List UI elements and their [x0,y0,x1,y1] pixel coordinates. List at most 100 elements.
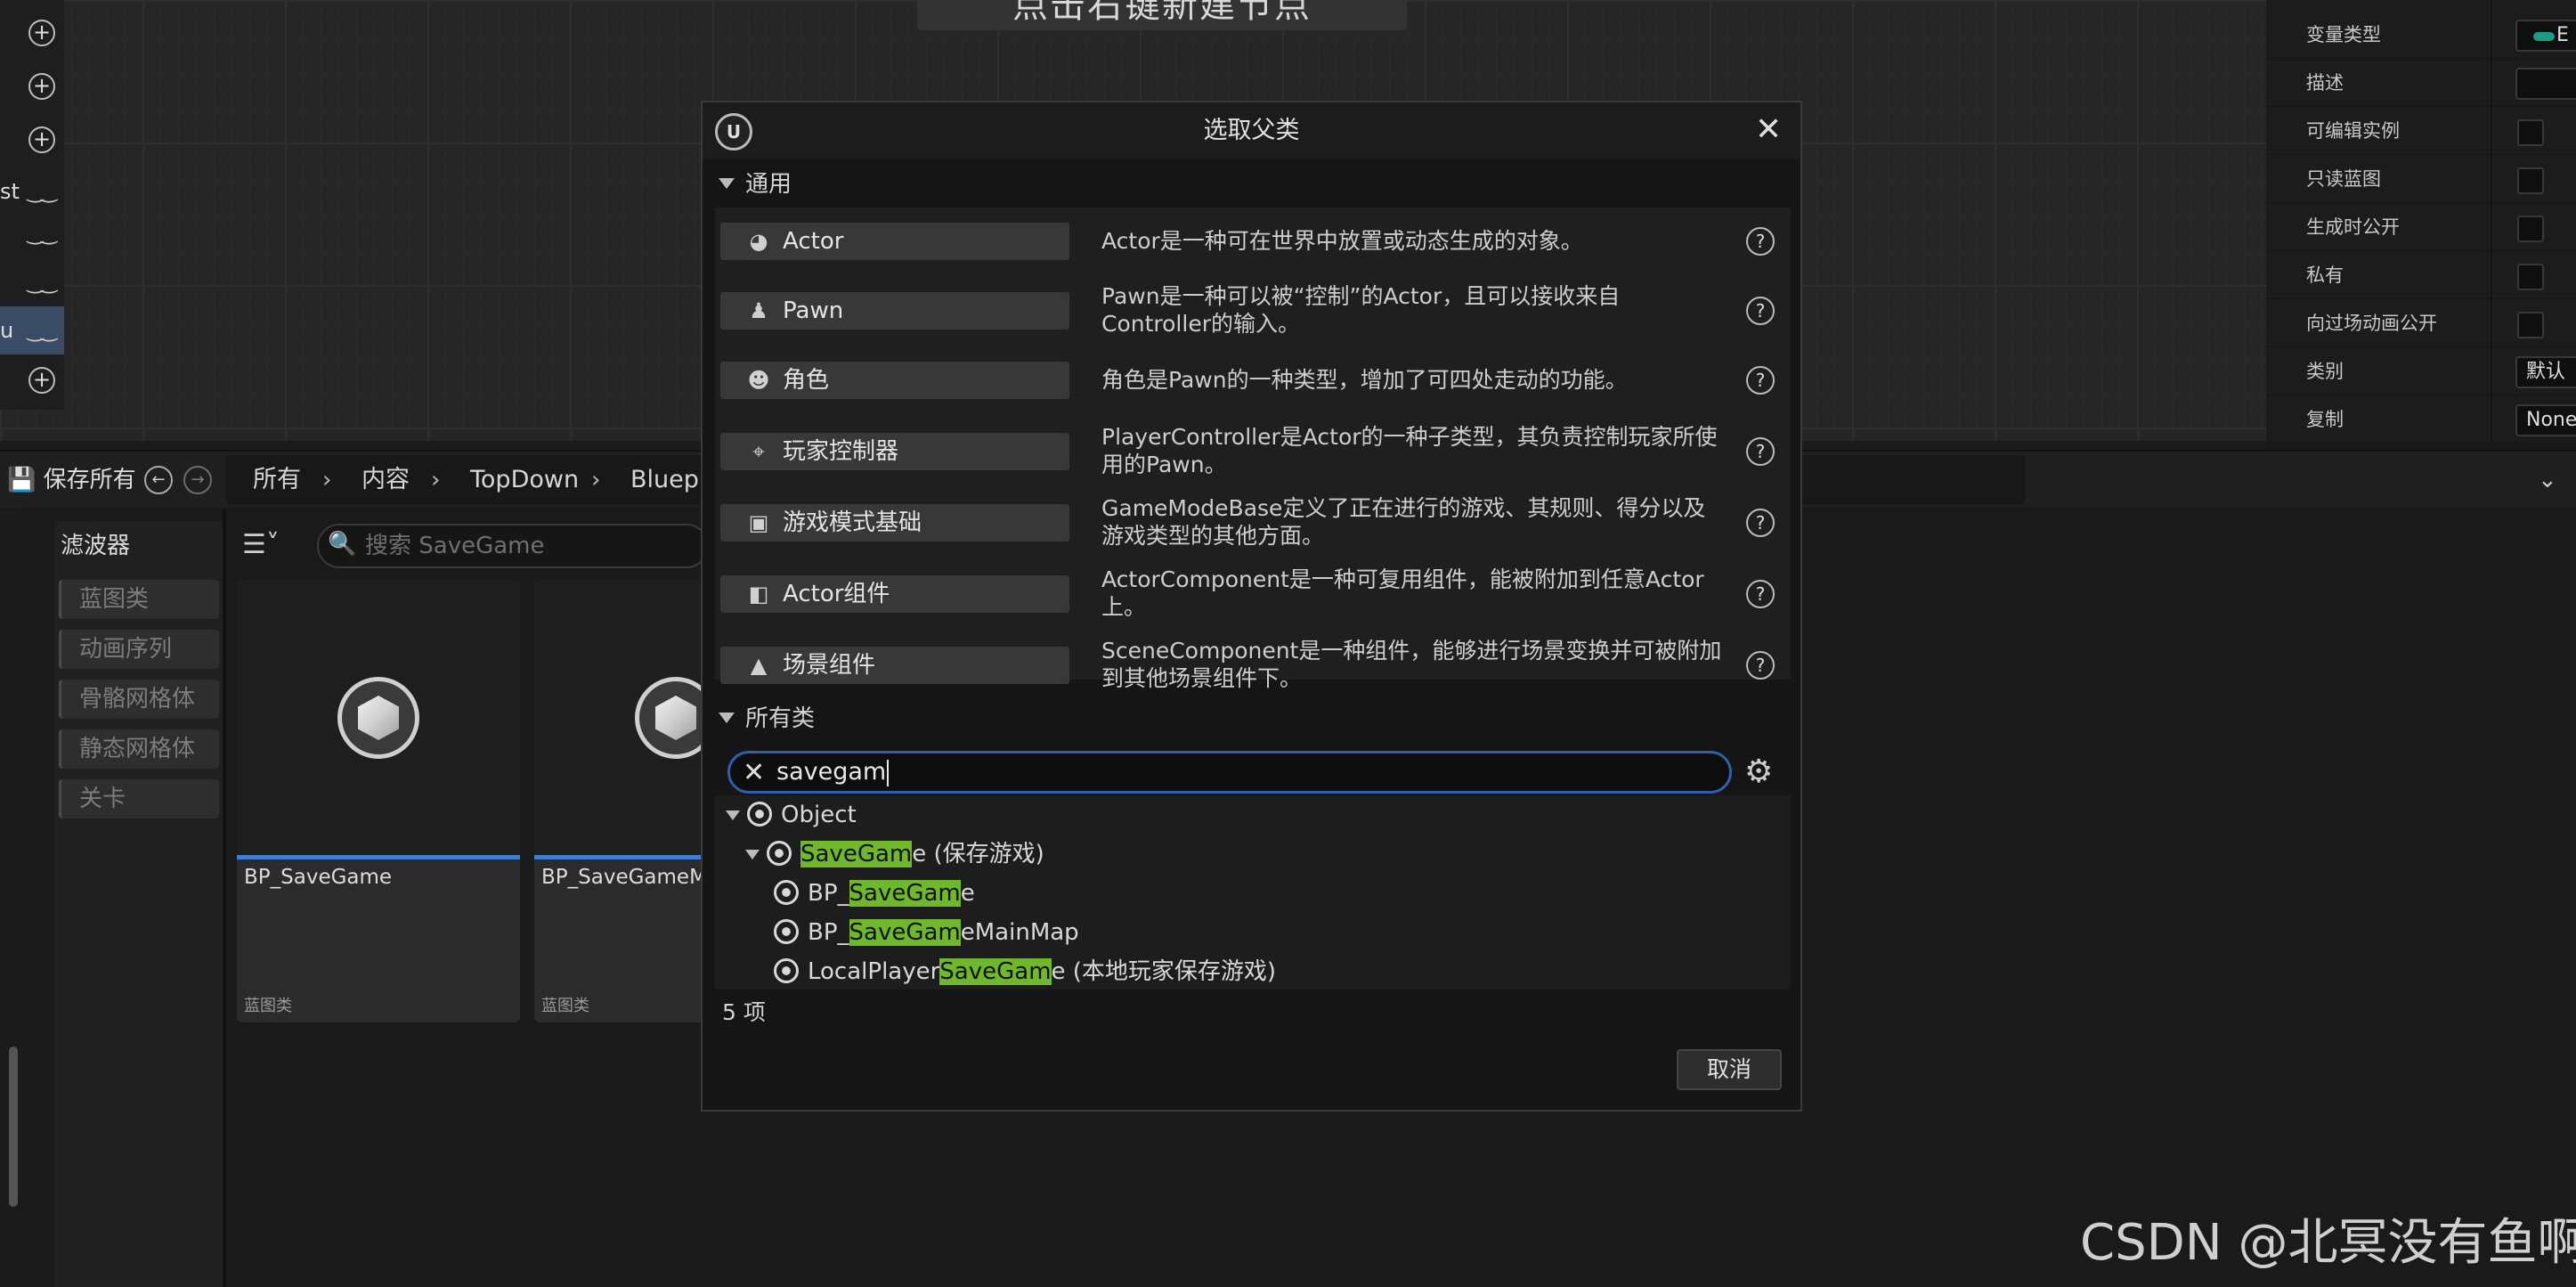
details-checkbox[interactable] [2517,216,2544,242]
help-icon[interactable]: ? [1746,437,1775,466]
class-name-suffix: eMainMap [960,919,1079,946]
class-name-suffix: e (保存游戏) [912,841,1044,868]
variables-panel: + + + st ‿‿ ‿‿ ‿‿ u ‿‿ + [0,0,64,410]
eye-closed-icon[interactable]: ‿‿ [28,181,57,203]
gear-icon[interactable]: ⚙ [1744,753,1773,792]
variable-row[interactable]: st ‿‿ [0,167,64,216]
add-icon[interactable]: + [28,20,55,46]
eye-closed-icon[interactable]: ‿‿ [28,320,57,342]
help-icon[interactable]: ? [1746,227,1775,256]
character-icon: ☻ [747,368,770,393]
close-icon[interactable]: ✕ [1755,108,1782,152]
watermark: CSDN @北冥没有鱼啊 [2080,1214,2576,1272]
search-icon: 🔍 [328,531,357,558]
help-icon[interactable]: ? [1746,366,1775,395]
class-button-Actor[interactable]: ◕ Actor [720,223,1069,260]
class-button-游戏模式基础[interactable]: ▣ 游戏模式基础 [720,504,1069,542]
graph-hint: 点击右键新建节点 [917,0,1407,30]
help-icon[interactable]: ? [1746,509,1775,537]
variable-row[interactable]: + [0,356,64,404]
clear-search-icon[interactable]: ✕ [743,755,765,791]
dialog-header: U 选取父类 ✕ [703,102,1800,159]
common-section-label: 通用 [745,171,792,198]
asset-type: 蓝图类 [541,997,589,1015]
variable-row[interactable]: + [0,62,64,110]
class-description: SceneComponent是一种组件，能够进行场景变换并可被附加到其他场景组件… [1101,638,1722,691]
class-name-prefix: Object [781,802,857,828]
pawn-icon: ♟ [749,298,768,323]
filter-chip[interactable]: 静态网格体 [59,729,219,769]
details-label: 可编辑实例 [2306,120,2400,142]
expand-arrow-icon[interactable] [745,850,760,859]
add-icon[interactable]: + [28,126,55,153]
add-icon[interactable]: + [28,73,55,100]
variable-row[interactable]: + [0,9,64,57]
filter-divider [223,509,226,1287]
breadcrumb-item[interactable]: 内容 [362,455,410,505]
class-button-场景组件[interactable]: ▲ 场景组件 [720,647,1069,684]
filter-chip[interactable]: 蓝图类 [59,580,219,619]
details-checkbox[interactable] [2517,119,2544,146]
variable-row[interactable]: ‿‿ [0,209,64,257]
all-classes-section-header[interactable]: 所有类 [719,699,815,738]
blueprint-class-icon [635,677,703,759]
asset-tile[interactable]: BP_SaveGame 蓝图类 [237,579,520,1022]
filter-chip[interactable]: 关卡 [59,779,219,819]
back-icon[interactable]: ← [144,466,173,494]
save-all-button[interactable]: 💾 保存所有 [0,452,136,509]
eye-closed-icon[interactable]: ‿‿ [28,223,57,245]
details-checkbox[interactable] [2517,167,2544,194]
breadcrumb-item[interactable]: 所有 [253,455,301,505]
asset-type-bar [534,855,703,859]
filter-chip[interactable]: 动画序列 [59,630,219,669]
type-color-pill [2533,32,2555,41]
chevron-right-icon[interactable]: › [322,455,331,505]
variable-row[interactable]: u ‿‿ [0,306,64,354]
class-button-角色[interactable]: ☻ 角色 [720,362,1069,399]
component-icon: ◧ [748,582,769,607]
cancel-button[interactable]: 取消 [1677,1049,1782,1090]
variable-row[interactable]: + [0,116,64,164]
scrollbar-thumb[interactable] [9,1047,18,1207]
class-name-prefix: BP_ [808,880,849,907]
breadcrumb-item[interactable]: TopDown [470,455,579,505]
help-icon[interactable]: ? [1746,651,1775,680]
class-tree-item[interactable]: SaveGame (保存游戏) [745,835,1044,874]
class-search-input[interactable]: ✕ savegam [727,751,1732,794]
search-match-highlight: SaveGam [849,919,961,946]
details-field[interactable] [2515,68,2576,100]
class-tree-item[interactable]: LocalPlayerSaveGame (本地玩家保存游戏) [774,952,1276,991]
eye-closed-icon[interactable]: ‿‿ [28,272,57,294]
class-tree-item[interactable]: BP_SaveGameMainMap [774,913,1079,952]
class-description: GameModeBase定义了正在进行的游戏、其规则、得分以及游戏类型的其他方面… [1101,495,1706,549]
asset-tile[interactable]: BP_SaveGameM 蓝图类 [534,579,703,1022]
details-field[interactable]: 默认 [2515,356,2576,388]
expand-arrow-icon[interactable] [726,810,740,820]
class-description: Pawn是一种可以被“控制”的Actor，且可以接收来自Controller的输… [1101,283,1621,337]
class-tree-item[interactable]: Object [726,795,857,835]
details-label: 类别 [2306,361,2344,382]
filter-icon[interactable]: ☰˅ [242,529,280,560]
class-button-玩家控制器[interactable]: ⌖ 玩家控制器 [720,433,1069,470]
asset-search-input[interactable]: 🔍 搜索 SaveGame [317,524,709,568]
class-button-Actor组件[interactable]: ◧ Actor组件 [720,575,1069,613]
details-field[interactable]: None [2515,404,2576,436]
filter-chip[interactable]: 骨骼网格体 [59,680,219,719]
filter-title: 滤波器 [61,533,131,559]
common-section-header[interactable]: 通用 [719,165,792,204]
common-class-list: ◕ Actor Actor是一种可在世界中放置或动态生成的对象。? ♟ Pawn Pawn… [715,208,1791,691]
chevron-right-icon[interactable]: › [431,455,440,505]
chevron-down-icon[interactable]: ⌄ [2538,452,2557,509]
class-tree-item[interactable]: BP_SaveGame [774,874,975,913]
details-checkbox[interactable] [2517,312,2544,338]
variable-row[interactable]: ‿‿ [0,258,64,306]
chevron-right-icon[interactable]: › [591,455,600,505]
details-checkbox[interactable] [2517,264,2544,290]
forward-icon[interactable]: → [183,466,212,494]
class-button-Pawn[interactable]: ♟ Pawn [720,292,1069,330]
help-icon[interactable]: ? [1746,297,1775,325]
item-count: 5 项 [722,999,766,1025]
breadcrumb-item[interactable]: Bluepr [630,455,709,505]
add-icon[interactable]: + [28,367,55,394]
help-icon[interactable]: ? [1746,580,1775,608]
